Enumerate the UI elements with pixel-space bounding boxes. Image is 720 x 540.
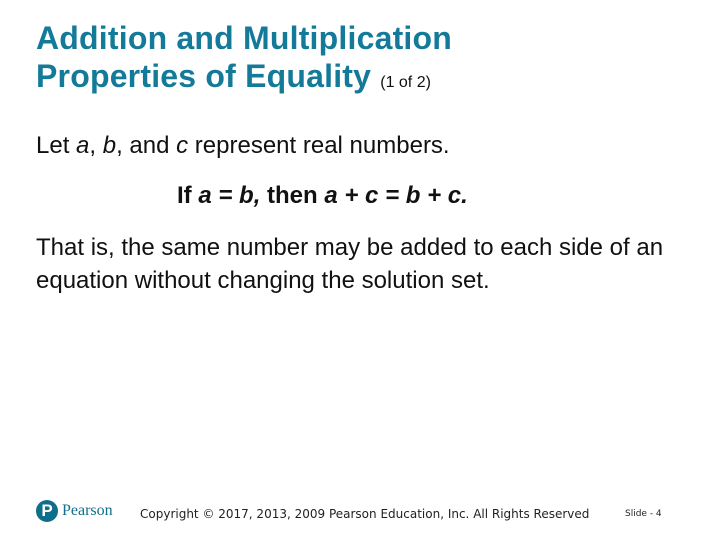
- pearson-logo-text: Pearson: [62, 502, 113, 519]
- intro-text-1: Let: [36, 132, 77, 159]
- var-c: c: [176, 132, 189, 159]
- intro-text: Let a, b, and c represent real numbers.: [36, 131, 450, 161]
- pearson-logo-icon: P: [36, 500, 58, 522]
- intro-text-4: represent real numbers.: [188, 132, 450, 159]
- intro-text-3: , and: [116, 132, 177, 159]
- slide: Addition and Multiplication Properties o…: [0, 0, 720, 540]
- property-rule: If a = b, then a + c = b + c.: [177, 181, 468, 211]
- rule-if: If: [177, 182, 199, 209]
- slide-title: Addition and Multiplication Properties o…: [36, 19, 452, 102]
- var-a: a: [76, 132, 90, 159]
- rule-condition: a = b,: [198, 182, 261, 209]
- var-b: b: [102, 132, 117, 159]
- slide-number: Slide - 4: [625, 509, 662, 519]
- rule-conclusion: a + c = b + c.: [324, 182, 468, 209]
- pearson-logo: P Pearson: [36, 500, 113, 522]
- title-line-1: Addition and Multiplication: [36, 20, 453, 56]
- title-line-2-text: Properties of Equality: [36, 58, 372, 94]
- explanation-text: That is, the same number may be added to…: [36, 234, 664, 294]
- copyright-notice: Copyright © 2017, 2013, 2009 Pearson Edu…: [140, 507, 590, 521]
- rule-then: then: [260, 182, 325, 209]
- intro-text-2: ,: [89, 132, 103, 159]
- title-part-indicator: (1 of 2): [380, 74, 431, 91]
- title-line-2: Properties of Equality (1 of 2): [36, 57, 452, 102]
